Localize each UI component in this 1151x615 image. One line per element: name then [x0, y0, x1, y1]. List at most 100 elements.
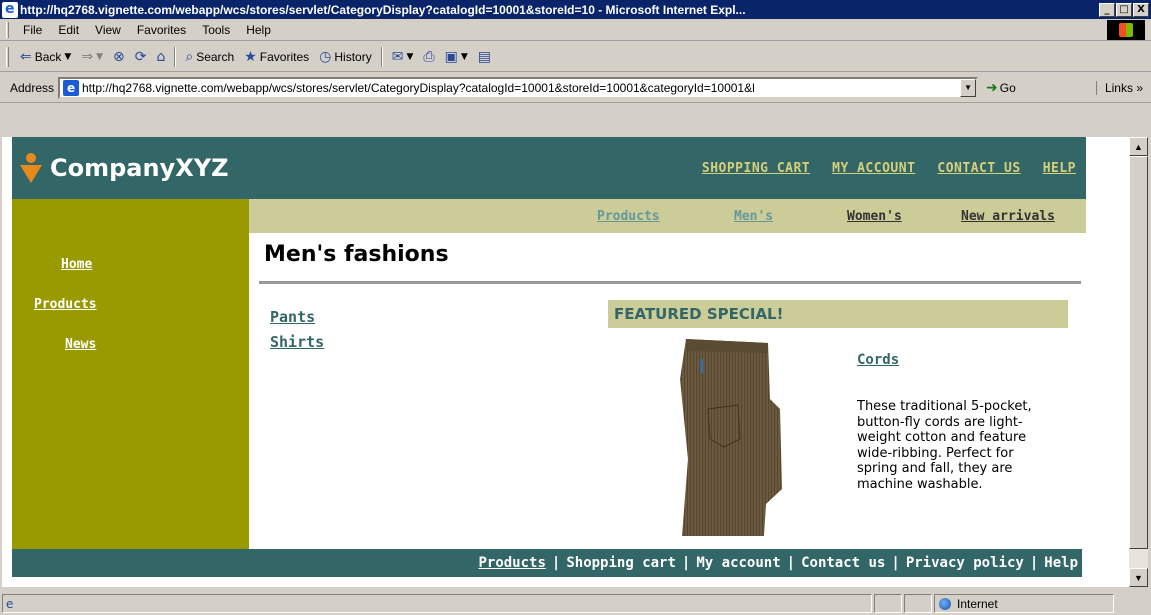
footer-separator: | — [891, 555, 900, 571]
footer-products[interactable]: Products — [478, 555, 545, 571]
history-label: History — [334, 49, 372, 64]
menu-help[interactable]: Help — [238, 23, 279, 37]
status-cell-2 — [904, 594, 932, 613]
refresh-icon: ⟳ — [134, 48, 147, 65]
footer-privacy-policy[interactable]: Privacy policy — [906, 555, 1024, 571]
address-bar: Address e http://hq2768.vignette.com/web… — [0, 73, 1151, 103]
product-image-cords[interactable] — [678, 339, 783, 536]
logo-icon — [20, 153, 42, 183]
toolbar-spacer — [0, 103, 1151, 137]
print-button[interactable]: ⎙ — [418, 45, 439, 69]
home-icon: ⌂ — [156, 48, 166, 65]
site-logo[interactable]: CompanyXYZ — [12, 137, 229, 199]
toolbar-separator — [174, 46, 177, 67]
history-icon: ◷ — [319, 48, 332, 65]
minimize-button[interactable]: _ — [1099, 2, 1115, 17]
vertical-scrollbar[interactable]: ▲ ▼ — [1129, 137, 1148, 587]
category-shirts[interactable]: Shirts — [270, 333, 324, 351]
footer-separator: | — [551, 555, 561, 571]
stop-icon: ⊗ — [113, 48, 125, 65]
favorites-button[interactable]: ★ Favorites — [239, 45, 314, 69]
page-icon: e — [63, 79, 79, 96]
product-title-link[interactable]: Cords — [857, 352, 899, 368]
scroll-down-icon[interactable]: ▼ — [1129, 568, 1148, 587]
address-dropdown-icon[interactable]: ▼ — [960, 78, 977, 97]
footer-shopping-cart[interactable]: Shopping cart — [566, 555, 676, 571]
go-button[interactable]: ➜ Go — [978, 80, 1024, 96]
address-url[interactable]: http://hq2768.vignette.com/webapp/wcs/st… — [82, 81, 960, 95]
site-header: CompanyXYZ SHOPPING CART MY ACCOUNT CONT… — [12, 137, 1086, 199]
history-button[interactable]: ◷ History — [314, 45, 377, 69]
menu-edit[interactable]: Edit — [50, 23, 87, 37]
logo-text: CompanyXYZ — [50, 154, 229, 182]
edit-dropdown-icon[interactable]: ▼ — [461, 52, 468, 62]
nav-contact-us[interactable]: CONTACT US — [937, 161, 1020, 176]
ie-page-icon — [2, 1, 18, 18]
edit-icon: ▣ — [444, 48, 458, 65]
discuss-icon: ▤ — [477, 48, 491, 65]
menu-favorites[interactable]: Favorites — [129, 23, 194, 37]
sidebar-item-products[interactable]: Products — [34, 297, 97, 312]
links-label: Links — [1104, 80, 1133, 95]
category-pants[interactable]: Pants — [270, 308, 315, 326]
menu-grip — [6, 21, 9, 38]
nav-shopping-cart[interactable]: SHOPPING CART — [702, 161, 810, 176]
footer-separator: | — [681, 555, 691, 571]
page-viewport: CompanyXYZ SHOPPING CART MY ACCOUNT CONT… — [2, 137, 1129, 587]
title-bar: http://hq2768.vignette.com/webapp/wcs/st… — [0, 0, 1151, 19]
top-nav: SHOPPING CART MY ACCOUNT CONTACT US HELP — [702, 161, 1076, 176]
subnav-new-arrivals[interactable]: New arrivals — [961, 209, 1055, 224]
mail-button[interactable]: ✉ ▼ — [387, 45, 419, 69]
toolbar-grip — [6, 46, 9, 67]
footer-contact-us[interactable]: Contact us — [801, 555, 885, 571]
home-button[interactable]: ⌂ — [151, 45, 170, 69]
go-arrow-icon: ➜ — [986, 79, 998, 96]
address-input[interactable]: e http://hq2768.vignette.com/webapp/wcs/… — [58, 76, 979, 99]
refresh-button[interactable]: ⟳ — [130, 45, 152, 69]
nav-my-account[interactable]: MY ACCOUNT — [832, 161, 915, 176]
featured-special-header: FEATURED SPECIAL! — [608, 300, 1068, 328]
links-button[interactable]: Links » — [1095, 80, 1151, 95]
chevron-right-icon: » — [1136, 80, 1143, 95]
back-button[interactable]: ⇐ Back ▼ — [15, 45, 76, 69]
windows-logo-icon — [1107, 20, 1145, 40]
subnav-womens[interactable]: Women's — [847, 209, 902, 224]
scroll-thumb[interactable] — [1129, 156, 1148, 549]
product-description: These traditional 5-pocket, button-fly c… — [857, 399, 1032, 492]
page-title: Men's fashions — [264, 242, 449, 267]
menu-bar: File Edit View Favorites Tools Help — [0, 19, 1151, 41]
divider — [259, 281, 1081, 284]
search-button[interactable]: ⌕ Search — [180, 45, 239, 69]
footer-my-account[interactable]: My account — [696, 555, 780, 571]
page-status-icon: e — [6, 596, 14, 611]
maximize-button[interactable]: □ — [1116, 2, 1132, 17]
mail-dropdown-icon[interactable]: ▼ — [406, 52, 413, 62]
menu-view[interactable]: View — [87, 23, 129, 37]
edit-button[interactable]: ▣ ▼ — [440, 45, 473, 69]
discuss-button[interactable]: ▤ — [473, 45, 496, 69]
footer-help[interactable]: Help — [1044, 555, 1078, 571]
close-button[interactable]: X — [1133, 2, 1149, 17]
back-dropdown-icon[interactable]: ▼ — [64, 52, 71, 62]
subnav-products[interactable]: Products — [597, 209, 660, 224]
menu-tools[interactable]: Tools — [194, 23, 238, 37]
forward-button[interactable]: ⇒ ▼ — [76, 45, 108, 69]
menu-file[interactable]: File — [15, 23, 50, 37]
browser-window: http://hq2768.vignette.com/webapp/wcs/st… — [0, 0, 1151, 615]
forward-dropdown-icon[interactable]: ▼ — [96, 52, 103, 62]
footer-separator: | — [1029, 555, 1039, 571]
mail-icon: ✉ — [391, 48, 404, 65]
stop-button[interactable]: ⊗ — [108, 45, 130, 69]
status-zone: Internet — [934, 594, 1114, 613]
scroll-up-icon[interactable]: ▲ — [1129, 137, 1148, 156]
back-arrow-icon: ⇐ — [20, 48, 32, 65]
status-bar: e Internet — [0, 592, 1151, 615]
sidebar-item-home[interactable]: Home — [61, 257, 92, 272]
nav-help[interactable]: HELP — [1043, 161, 1076, 176]
go-label: Go — [999, 80, 1016, 95]
sub-nav: Products Men's Women's New arrivals — [249, 199, 1086, 233]
sidebar-item-news[interactable]: News — [65, 337, 96, 352]
status-cell-1 — [874, 594, 902, 613]
subnav-mens[interactable]: Men's — [734, 209, 773, 224]
search-label: Search — [196, 49, 235, 64]
